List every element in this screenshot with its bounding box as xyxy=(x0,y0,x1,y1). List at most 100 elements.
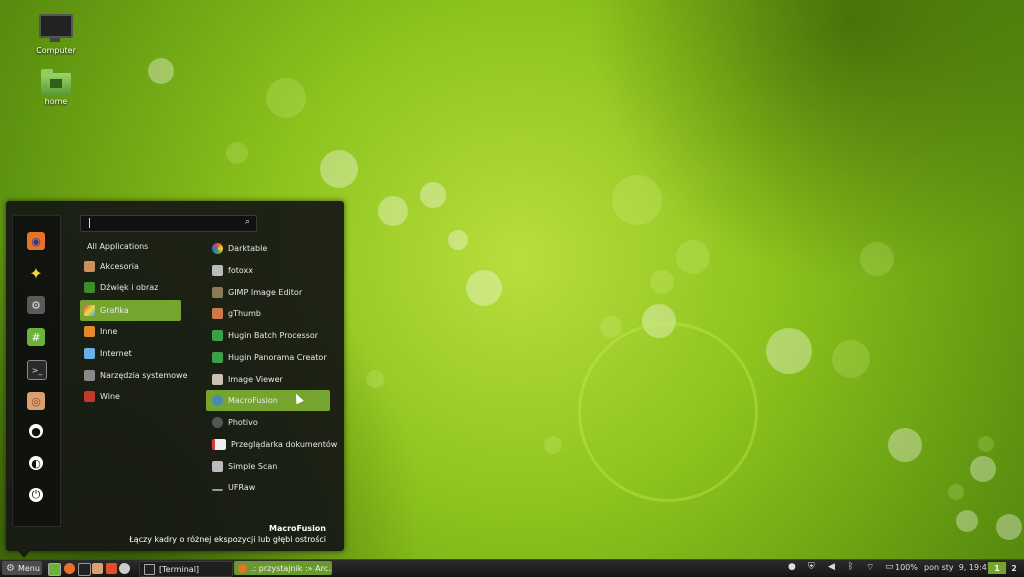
app-label: GIMP Image Editor xyxy=(228,288,303,297)
battery-percent: 100% xyxy=(895,563,918,572)
scanner-icon xyxy=(212,461,223,472)
graphics-icon xyxy=(84,305,95,316)
desktop-icon-label: Computer xyxy=(36,46,76,55)
photivo-icon xyxy=(212,417,223,428)
category-wine[interactable]: Wine xyxy=(80,386,181,407)
app-gthumb[interactable]: gThumb xyxy=(206,303,330,324)
app-description: MacroFusion Łączy kadry o różnej ekspozy… xyxy=(129,524,326,544)
search-icon: ⌕ xyxy=(244,217,250,227)
app-label: MacroFusion xyxy=(228,396,278,405)
text-caret xyxy=(89,218,90,228)
app-photivo[interactable]: Photivo xyxy=(206,412,330,433)
app-przegladarka-dokumentow[interactable]: Przeglądarka dokumentów xyxy=(206,434,337,455)
computer-icon xyxy=(39,14,73,42)
lock-screen-icon[interactable]: ● xyxy=(29,424,43,438)
app-label: Simple Scan xyxy=(228,462,278,471)
volume-icon[interactable]: ◀ xyxy=(828,562,835,572)
accessories-icon xyxy=(84,261,95,272)
search-input[interactable]: ⌕ xyxy=(80,215,257,232)
shutdown-icon[interactable]: ⏻ xyxy=(29,488,43,502)
category-inne[interactable]: Inne xyxy=(80,321,181,342)
desktop-icon-computer[interactable]: Computer xyxy=(26,14,86,55)
clock[interactable]: pon sty 9, 19:47 xyxy=(924,563,992,572)
category-narzedzia-systemowe[interactable]: Narzędzia systemowe xyxy=(80,365,188,386)
firefox-icon[interactable] xyxy=(64,563,75,574)
app-hugin-batch-processor[interactable]: Hugin Batch Processor xyxy=(206,325,330,346)
app-macrofusion[interactable]: MacroFusion xyxy=(206,390,330,411)
system-tools-icon xyxy=(84,370,95,381)
package-icon[interactable]: # xyxy=(27,328,45,346)
terminal-icon[interactable]: >_ xyxy=(27,360,47,380)
darktable-icon xyxy=(212,243,223,254)
category-label: Grafika xyxy=(100,306,129,315)
app-label: Image Viewer xyxy=(228,375,283,384)
settings-icon[interactable]: ⚙ xyxy=(27,296,45,314)
notification-icon[interactable]: ● xyxy=(788,562,796,572)
image-viewer-icon[interactable] xyxy=(106,563,117,574)
category-akcesoria[interactable]: Akcesoria xyxy=(80,256,181,277)
gimp-icon xyxy=(212,287,223,298)
task-label: [Terminal] xyxy=(159,564,200,574)
menu-button-label: Menu xyxy=(17,563,40,573)
battery-icon[interactable]: ▭ xyxy=(885,562,894,572)
network-icon[interactable]: ⌔ xyxy=(866,562,874,573)
app-label: Darktable xyxy=(228,244,268,253)
category-label: All Applications xyxy=(87,242,149,251)
app-label: Hugin Batch Processor xyxy=(228,331,319,340)
category-label: Wine xyxy=(100,392,120,401)
app-darktable[interactable]: Darktable xyxy=(206,238,330,259)
shield-icon[interactable]: ⛨ xyxy=(808,562,815,572)
camera-icon[interactable] xyxy=(119,563,130,574)
wine-icon xyxy=(84,391,95,402)
app-label: UFRaw xyxy=(228,483,256,492)
workspace-1[interactable]: 1 xyxy=(988,562,1006,574)
multimedia-icon xyxy=(84,282,95,293)
home-folder-icon[interactable]: ◎ xyxy=(27,392,45,410)
taskbar-task-terminal[interactable]: [Terminal] xyxy=(139,561,233,577)
home-folder-icon[interactable] xyxy=(92,563,103,574)
app-image-viewer[interactable]: Image Viewer xyxy=(206,369,330,390)
home-folder-icon xyxy=(41,69,71,95)
desktop-icon-home[interactable]: home xyxy=(26,69,86,106)
app-label: Hugin Panorama Creator xyxy=(228,353,327,362)
category-grafika[interactable]: Grafika xyxy=(80,300,181,321)
app-gimp[interactable]: GIMP Image Editor xyxy=(206,282,330,303)
app-ufraw[interactable]: UFRaw xyxy=(206,477,330,498)
document-viewer-icon xyxy=(212,439,226,450)
firefox-icon xyxy=(238,563,247,573)
app-label: gThumb xyxy=(228,309,261,318)
app-description-name: MacroFusion xyxy=(269,524,326,533)
category-label: Akcesoria xyxy=(100,262,139,271)
category-label: Dźwięk i obraz xyxy=(100,283,159,292)
image-viewer-icon xyxy=(212,374,223,385)
fotoxx-icon xyxy=(212,265,223,276)
hugin-icon xyxy=(212,352,223,363)
category-dzwiek-i-obraz[interactable]: Dźwięk i obraz xyxy=(80,277,181,298)
terminal-icon[interactable] xyxy=(78,563,91,576)
show-desktop-icon[interactable] xyxy=(48,563,61,576)
gthumb-icon xyxy=(212,308,223,319)
bluetooth-icon[interactable]: ᛒ xyxy=(848,562,853,572)
workspace-2[interactable]: 2 xyxy=(1005,562,1023,574)
ufraw-icon xyxy=(212,484,223,491)
logout-icon[interactable]: ◐ xyxy=(29,456,43,470)
task-label: .: przystajnik :» Arc... xyxy=(251,563,332,573)
app-fotoxx[interactable]: fotoxx xyxy=(206,260,330,281)
app-hugin-panorama-creator[interactable]: Hugin Panorama Creator xyxy=(206,347,330,368)
desktop-icon-label: home xyxy=(44,97,68,106)
category-label: Inne xyxy=(100,327,118,336)
star-icon[interactable]: ✦ xyxy=(27,264,45,283)
other-icon xyxy=(84,326,95,337)
internet-icon xyxy=(84,348,95,359)
taskbar-task-browser[interactable]: .: przystajnik :» Arc... xyxy=(234,561,332,575)
app-label: Photivo xyxy=(228,418,258,427)
category-internet[interactable]: Internet xyxy=(80,343,181,364)
app-simple-scan[interactable]: Simple Scan xyxy=(206,456,330,477)
category-label: Narzędzia systemowe xyxy=(100,371,188,380)
firefox-icon[interactable]: ◉ xyxy=(27,232,45,250)
hugin-batch-icon xyxy=(212,330,223,341)
category-all-applications[interactable]: All Applications xyxy=(80,236,181,257)
macrofusion-icon xyxy=(212,395,223,406)
menu-button[interactable]: ⚙ Menu xyxy=(2,561,42,575)
favorites-column: ◉ ✦ ⚙ # >_ ◎ ● ◐ ⏻ xyxy=(12,215,61,527)
